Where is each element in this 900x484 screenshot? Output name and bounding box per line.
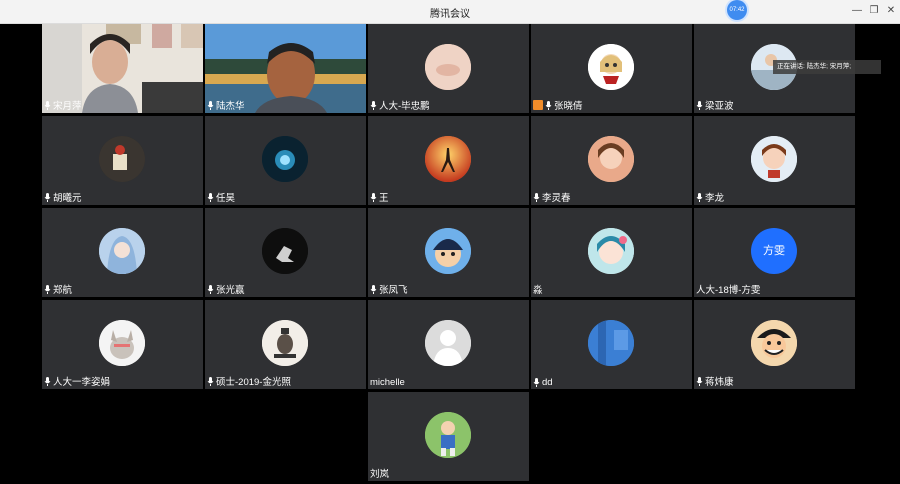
participant-tile-17[interactable]: 硕士-2019-金光照 [205,300,366,389]
participant-name: 宋月萍 [44,98,82,112]
window-title: 腾讯会议 [430,9,470,20]
participant-name: 王 [370,190,389,204]
participant-name: dd [533,377,553,388]
microphone-icon [44,192,51,202]
video-grid: 宋月萍 陆杰华 人大-毕忠鹏 张晓倩 梁亚波 胡曦元 任昊 王 李灵春 李龙 郑… [0,24,900,484]
participant-tile-9[interactable]: 李灵春 [531,116,692,205]
participant-name: 任昊 [207,190,235,204]
avatar [425,44,471,90]
avatar [588,44,634,90]
participant-tile-3[interactable]: 人大-毕忠鹏 [368,24,529,113]
participant-tile-15[interactable]: 方雯 人大-18博-方雯 [694,208,855,297]
participant-name: 张凤飞 [370,282,408,296]
microphone-icon [545,100,552,110]
avatar [751,320,797,366]
participant-name: 李龙 [696,190,724,204]
restore-icon[interactable]: ❐ [867,5,881,17]
avatar: 方雯 [751,228,797,274]
camera-off-badge-icon [533,100,543,110]
microphone-icon [370,100,377,110]
participant-name: 郑航 [44,282,72,296]
participant-name: 蒋炜康 [696,374,734,388]
speaking-indicator: 正在讲话: 陆杰华; 宋月萍; [773,60,881,74]
participant-tile-21[interactable]: 刘岚 [368,392,529,481]
microphone-icon [207,100,214,110]
participant-name: 胡曦元 [44,190,82,204]
microphone-icon [533,378,540,387]
participant-tile-6[interactable]: 胡曦元 [42,116,203,205]
participant-name: 张光赢 [207,282,245,296]
participant-name: 李灵春 [533,190,571,204]
microphone-icon [207,284,214,294]
close-icon[interactable]: ✕ [884,5,898,17]
microphone-icon [44,376,51,386]
participant-tile-2[interactable]: 陆杰华 [205,24,366,113]
avatar [262,228,308,274]
participant-tile-14[interactable]: 淼 [531,208,692,297]
participant-name: 梁亚波 [696,98,734,112]
avatar [751,136,797,182]
microphone-icon [370,284,377,294]
microphone-icon [44,100,51,110]
participant-tile-11[interactable]: 郑航 [42,208,203,297]
participant-tile-7[interactable]: 任昊 [205,116,366,205]
participant-name: 陆杰华 [207,98,245,112]
avatar [99,136,145,182]
participant-name: 人大-毕忠鹏 [370,98,430,112]
participant-name: michelle [370,377,405,388]
microphone-icon [696,100,703,110]
participant-tile-13[interactable]: 张凤飞 [368,208,529,297]
microphone-icon [696,192,703,202]
participant-tile-16[interactable]: 人大一李姿娟 [42,300,203,389]
microphone-icon [533,192,540,202]
participant-tile-1[interactable]: 宋月萍 [42,24,203,113]
participant-tile-18[interactable]: michelle [368,300,529,389]
participant-tile-20[interactable]: 蒋炜康 [694,300,855,389]
avatar [99,228,145,274]
participant-name: 淼 [533,285,543,296]
participant-tile-4[interactable]: 张晓倩 [531,24,692,113]
microphone-icon [207,376,214,386]
avatar [588,228,634,274]
minimize-icon[interactable]: — [850,5,864,17]
avatar [425,136,471,182]
microphone-icon [207,192,214,202]
avatar [588,136,634,182]
title-bar: 腾讯会议 07:42 — ❐ ✕ [0,0,900,24]
participant-name: 硕士-2019-金光照 [207,374,291,388]
avatar [99,320,145,366]
meeting-timer[interactable]: 07:42 [727,0,747,20]
avatar [262,320,308,366]
microphone-icon [370,192,377,202]
participant-name: 刘岚 [370,469,390,480]
participant-name: 人大一李姿娟 [44,374,110,388]
microphone-icon [44,284,51,294]
participant-name: 张晓倩 [533,98,583,112]
avatar [425,228,471,274]
microphone-icon [696,376,703,386]
avatar [262,136,308,182]
participant-name: 人大-18博-方雯 [696,285,761,296]
avatar [425,412,471,458]
avatar [425,320,471,366]
participant-tile-12[interactable]: 张光赢 [205,208,366,297]
avatar [588,320,634,366]
participant-tile-19[interactable]: dd [531,300,692,389]
default-user-icon [425,320,471,366]
participant-tile-8[interactable]: 王 [368,116,529,205]
participant-tile-10[interactable]: 李龙 [694,116,855,205]
